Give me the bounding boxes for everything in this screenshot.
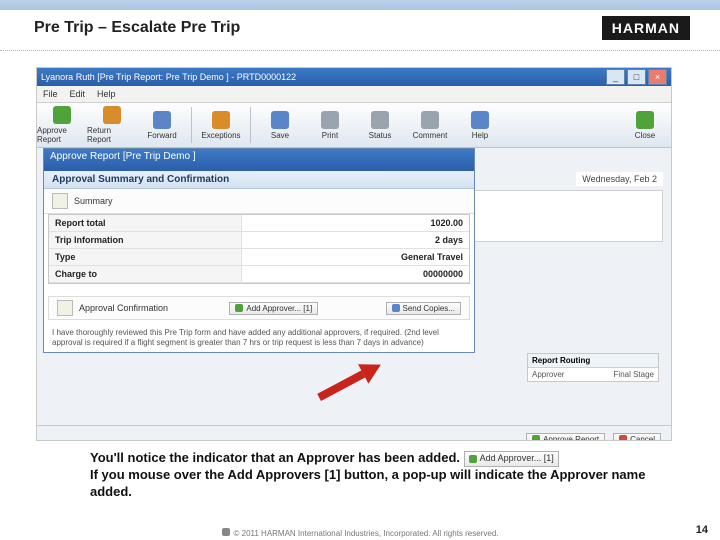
tb-return[interactable]: Return Report <box>87 106 137 144</box>
approval-confirmation-row: Approval Confirmation Add Approver... [1… <box>48 296 470 320</box>
date-label: Wednesday, Feb 2 <box>576 172 663 186</box>
menu-file[interactable]: File <box>43 89 58 99</box>
tb-help[interactable]: Help <box>455 111 505 140</box>
forward-icon <box>153 111 171 129</box>
print-icon <box>321 111 339 129</box>
save-icon <box>271 111 289 129</box>
tb-close[interactable]: Close <box>625 111 665 140</box>
menu-help[interactable]: Help <box>97 89 116 99</box>
report-routing-box: Report Routing ApproverFinal Stage <box>527 353 659 382</box>
close-app-icon <box>636 111 654 129</box>
tb-forward[interactable]: Forward <box>137 111 187 140</box>
add-approver-button[interactable]: Add Approver... [1] <box>229 302 318 315</box>
send-copies-button[interactable]: Send Copies... <box>386 302 461 315</box>
declaration-text: I have thoroughly reviewed this Pre Trip… <box>44 324 474 352</box>
inline-add-approver-button: Add Approver... [1] <box>464 451 559 467</box>
dialog-actions: Approve Report Cancel <box>37 425 671 441</box>
tb-status[interactable]: Status <box>355 111 405 140</box>
mail-icon <box>392 304 400 312</box>
tb-save[interactable]: Save <box>255 111 305 140</box>
plus-icon <box>235 304 243 312</box>
toolbar: Approve Report Return Report Forward Exc… <box>37 103 671 148</box>
copyright: © 2011 HARMAN International Industries, … <box>0 528 720 538</box>
minimize-icon[interactable]: _ <box>606 69 625 85</box>
status-icon <box>371 111 389 129</box>
check-icon <box>532 435 540 441</box>
cancel-icon <box>619 435 627 441</box>
help-icon <box>471 111 489 129</box>
window-title: Lyanora Ruth [Pre Trip Report: Pre Trip … <box>41 72 296 82</box>
tb-exceptions[interactable]: Exceptions <box>196 111 246 140</box>
maximize-icon[interactable]: □ <box>627 69 646 85</box>
approve-dialog: Approve Report [Pre Trip Demo ] Approval… <box>43 148 475 353</box>
pointer-arrow <box>315 357 385 406</box>
confirmation-icon <box>57 300 73 316</box>
lock-icon <box>222 528 230 536</box>
page-number: 14 <box>696 524 708 536</box>
cancel-button[interactable]: Cancel <box>613 433 661 442</box>
tb-comment[interactable]: Comment <box>405 111 455 140</box>
tb-print[interactable]: Print <box>305 111 355 140</box>
comment-icon <box>421 111 439 129</box>
harman-logo: HARMAN <box>602 16 690 40</box>
menu-bar: File Edit Help <box>37 86 671 103</box>
menu-edit[interactable]: Edit <box>70 89 86 99</box>
tb-approve[interactable]: Approve Report <box>37 106 87 144</box>
dialog-subtitle: Approval Summary and Confirmation <box>44 171 474 189</box>
dialog-title: Approve Report [Pre Trip Demo ] <box>44 149 474 171</box>
plus-icon <box>469 455 477 463</box>
slide-title: Pre Trip – Escalate Pre Trip <box>34 19 240 37</box>
summary-icon <box>52 193 68 209</box>
close-icon[interactable]: × <box>648 69 667 85</box>
window-titlebar: Lyanora Ruth [Pre Trip Report: Pre Trip … <box>37 68 671 86</box>
warning-icon <box>212 111 230 129</box>
approve-icon <box>53 106 71 124</box>
approve-report-button[interactable]: Approve Report <box>526 433 605 442</box>
summary-table: Report total1020.00 Trip Information2 da… <box>48 214 470 284</box>
slide-caption: You'll notice the indicator that an Appr… <box>90 450 650 501</box>
app-screenshot: Lyanora Ruth [Pre Trip Report: Pre Trip … <box>36 67 672 441</box>
return-icon <box>103 106 121 124</box>
summary-header: Summary <box>44 189 474 214</box>
